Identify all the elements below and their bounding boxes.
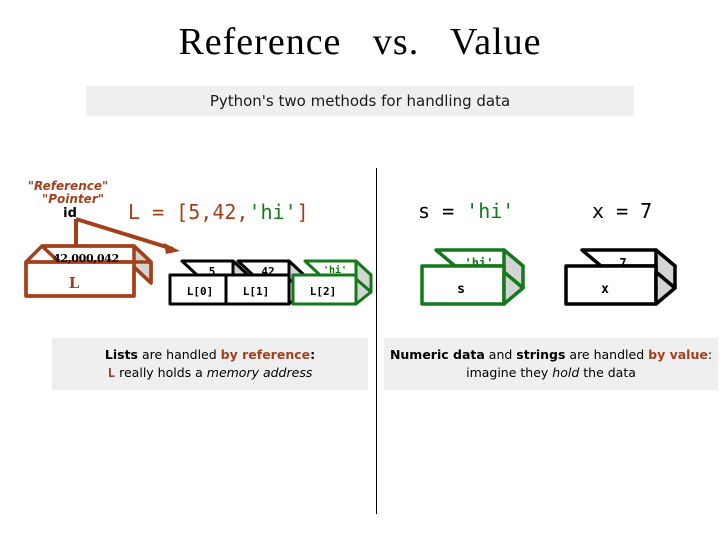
page-title: Reference vs. Value: [178, 21, 542, 63]
caption-left-text-1: are handled: [137, 346, 221, 362]
code-s-prefix: s =: [418, 199, 467, 223]
caption-reference: Lists are handled by reference: L really…: [52, 338, 368, 390]
subtitle-text: Python's two methods for handling data: [209, 92, 511, 110]
arrowhead-icon: [164, 243, 180, 254]
caption-left-colon: :: [310, 346, 316, 362]
int-assignment-code: x = 7: [592, 199, 652, 223]
pointer-label-pointer: "Pointer": [42, 191, 104, 206]
pointer-label-reference: "Reference": [27, 179, 109, 193]
code-bracket-open: [: [176, 200, 189, 224]
list-element-box-2: 'hi' L[2]: [290, 258, 374, 308]
caption-left-by-reference: by reference: [220, 346, 311, 362]
pointer-label-id: id: [63, 205, 77, 221]
memory-address-box: 42,000,042 L: [22, 242, 154, 300]
caption-right-text-2: are handled: [565, 346, 649, 362]
list-assignment-code: L = [5,42,'hi']: [128, 200, 309, 224]
code-list-item-2: 'hi': [248, 200, 297, 224]
code-comma-0: ,: [200, 200, 213, 224]
value-box-s: 'hi' s: [418, 246, 528, 310]
value-box-x: 7 x: [562, 246, 680, 310]
code-bracket-close: ]: [296, 200, 309, 224]
caption-right-hold: hold: [552, 365, 580, 380]
caption-right-by: by value: [648, 346, 708, 362]
code-list-prefix: L =: [128, 200, 177, 224]
caption-right-text-4: the data: [579, 365, 636, 380]
caption-left-memory-address: memory address: [206, 365, 313, 380]
subtitle-band: Python's two methods for handling data: [86, 86, 634, 116]
caption-right-strings: strings: [516, 346, 566, 362]
caption-left-text-2: really holds a: [115, 365, 207, 380]
code-comma-1: ,: [236, 200, 249, 224]
pointer-annotation: "Reference" "Pointer" id: [8, 180, 128, 221]
caption-left-lists: Lists: [104, 346, 138, 362]
code-x-value: 7: [640, 199, 653, 223]
code-list-item-0: 5: [188, 200, 201, 224]
code-x-prefix: x =: [592, 199, 641, 223]
caption-right-numeric-data: Numeric data: [389, 346, 485, 362]
section-divider: [376, 168, 377, 514]
caption-right-text-1: and: [484, 346, 517, 362]
code-s-value: 'hi': [466, 199, 515, 223]
string-assignment-code: s = 'hi': [418, 199, 514, 223]
code-list-item-1: 42: [212, 200, 237, 224]
caption-value: Numeric data and strings are handled by …: [384, 338, 718, 390]
slide-canvas: Reference vs. Value Python's two methods…: [0, 0, 720, 540]
